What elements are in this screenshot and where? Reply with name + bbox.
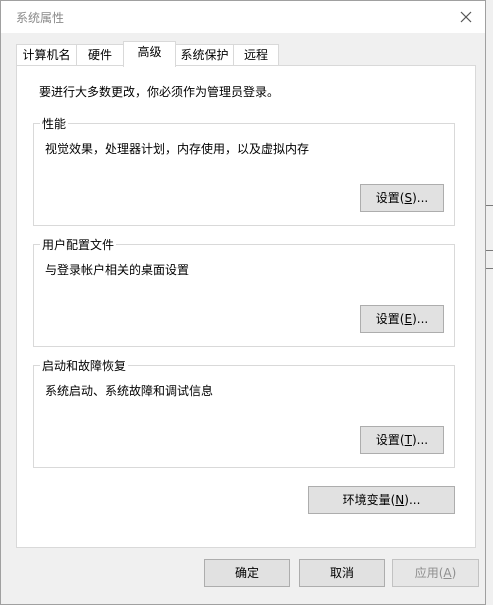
performance-group: 性能 视觉效果，处理器计划，内存使用，以及虚拟内存 设置(S)... (33, 115, 455, 226)
button-label: 设置( (375, 312, 405, 326)
button-label: )... (404, 493, 421, 507)
tab-hardware[interactable]: 硬件 (76, 44, 124, 65)
title-bar: 系统属性 (1, 1, 485, 33)
group-title: 用户配置文件 (40, 236, 117, 253)
access-key: N (395, 493, 405, 507)
tab-computer-name[interactable]: 计算机名 (16, 44, 77, 65)
advanced-tab-panel: 要进行大多数更改，你必须作为管理员登录。 性能 视觉效果，处理器计划，内存使用，… (16, 65, 476, 548)
performance-settings-button[interactable]: 设置(S)... (360, 184, 444, 212)
ok-button[interactable]: 确定 (204, 559, 290, 587)
close-button[interactable] (455, 6, 477, 28)
user-profiles-group: 用户配置文件 与登录帐户相关的桌面设置 设置(E)... (33, 236, 455, 347)
button-label: )... (412, 191, 429, 205)
cancel-button[interactable]: 取消 (299, 559, 385, 587)
access-key: T (404, 433, 412, 447)
group-description: 系统启动、系统故障和调试信息 (45, 384, 214, 398)
tab-system-protection[interactable]: 系统保护 (175, 44, 234, 65)
button-label: )... (412, 312, 429, 326)
group-description: 与登录帐户相关的桌面设置 (45, 263, 190, 277)
close-icon (460, 11, 472, 23)
button-label: 环境变量( (342, 493, 396, 507)
user-profiles-settings-button[interactable]: 设置(E)... (360, 305, 444, 333)
tab-advanced[interactable]: 高级 (123, 41, 176, 67)
startup-recovery-settings-button[interactable]: 设置(T)... (360, 426, 444, 454)
access-key: E (404, 312, 413, 326)
group-description: 视觉效果，处理器计划，内存使用，以及虚拟内存 (45, 142, 310, 156)
button-label: )... (411, 433, 429, 447)
access-key: S (404, 191, 413, 205)
environment-variables-button[interactable]: 环境变量(N)... (308, 486, 455, 514)
system-properties-dialog: 系统属性 计算机名 硬件 高级 系统保护 远程 要进行大多数更改，你必须作为管理… (0, 0, 486, 605)
startup-recovery-group: 启动和故障恢复 系统启动、系统故障和调试信息 设置(T)... (33, 357, 455, 468)
button-label: 设置( (375, 191, 405, 205)
window-title: 系统属性 (16, 11, 65, 25)
apply-button[interactable]: 应用(A) (392, 559, 479, 587)
tab-remote[interactable]: 远程 (233, 44, 279, 65)
admin-notice: 要进行大多数更改，你必须作为管理员登录。 (39, 85, 280, 99)
background-window-edge (485, 0, 493, 605)
button-label: 设置( (375, 433, 405, 447)
button-label: ) (451, 566, 457, 580)
group-title: 启动和故障恢复 (40, 357, 129, 374)
button-label: 应用( (414, 566, 444, 580)
access-key: A (443, 566, 452, 580)
group-title: 性能 (40, 115, 69, 132)
